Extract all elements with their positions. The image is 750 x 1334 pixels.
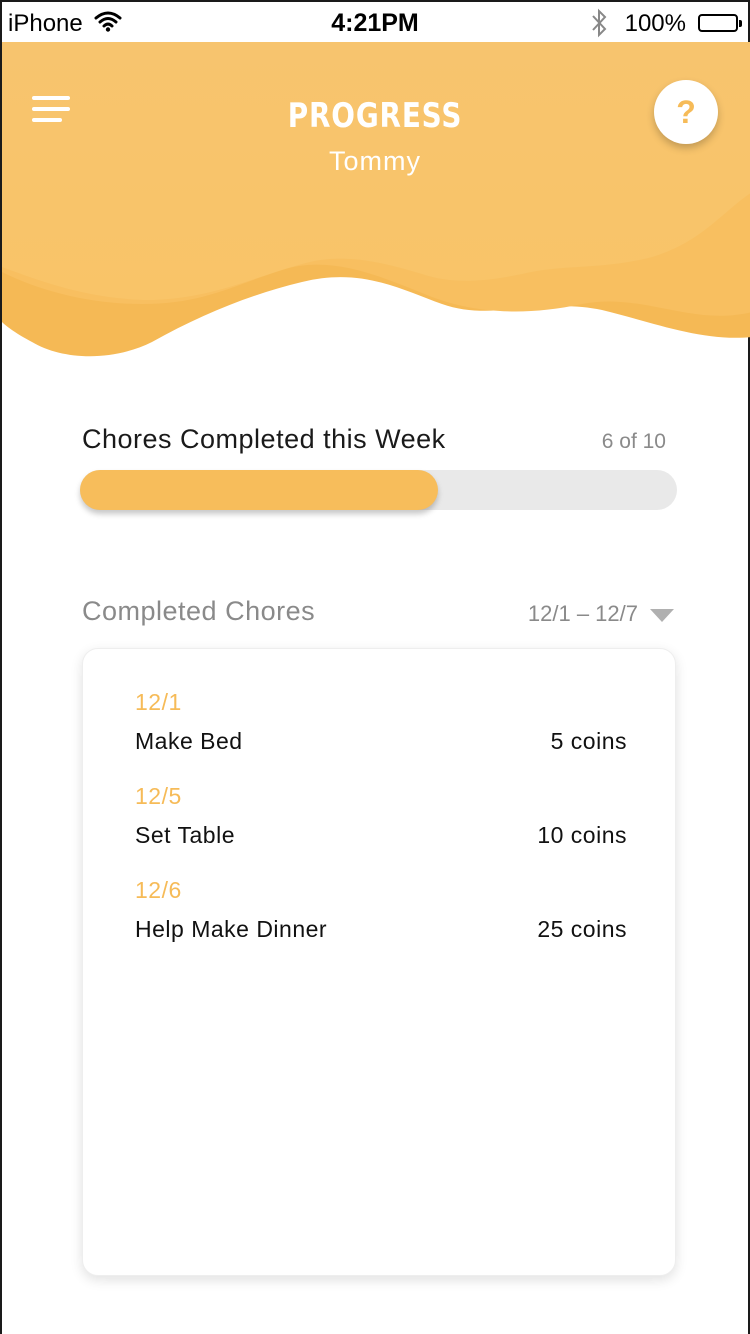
- date-range-dropdown[interactable]: 12/1 – 12/7: [528, 601, 674, 627]
- chevron-down-icon: [650, 608, 674, 622]
- page-title: PROGRESS: [287, 96, 463, 136]
- chore-coins: 5 coins: [550, 728, 627, 754]
- header-wave-background: [2, 42, 750, 357]
- weekly-progress-label: Chores Completed this Week: [82, 424, 446, 454]
- header: PROGRESS Tommy ?: [2, 42, 750, 372]
- chore-name: Make Bed: [135, 728, 243, 754]
- chore-date: 12/1: [135, 689, 182, 715]
- list-item: 12/6 Help Make Dinner 25 coins: [135, 877, 627, 943]
- chore-date: 12/6: [135, 877, 182, 903]
- list-item: 12/5 Set Table 10 coins: [135, 783, 627, 849]
- weekly-progress-bar: [80, 470, 677, 510]
- chore-name: Help Make Dinner: [135, 916, 328, 942]
- child-name: Tommy: [329, 146, 421, 176]
- help-icon: ?: [676, 94, 696, 130]
- help-button[interactable]: ?: [654, 80, 718, 144]
- chore-name: Set Table: [135, 822, 235, 848]
- weekly-progress-count: 6 of 10: [601, 430, 666, 453]
- weekly-progress-fill: [80, 470, 439, 510]
- chore-coins: 10 coins: [537, 822, 627, 848]
- completed-chores-card: 12/1 Make Bed 5 coins 12/5 Set Table 10 …: [82, 648, 676, 1276]
- chore-date: 12/5: [135, 783, 182, 809]
- bluetooth-icon: [590, 8, 608, 45]
- battery-percent: 100%: [624, 10, 686, 37]
- date-range-label: 12/1 – 12/7: [527, 601, 638, 626]
- chore-coins: 25 coins: [537, 916, 627, 942]
- completed-chores-title: Completed Chores: [82, 596, 316, 626]
- status-bar: iPhone 4:21PM 100%: [2, 0, 748, 42]
- menu-icon[interactable]: [32, 96, 70, 130]
- battery-icon: [698, 14, 742, 32]
- list-item: 12/1 Make Bed 5 coins: [135, 689, 627, 755]
